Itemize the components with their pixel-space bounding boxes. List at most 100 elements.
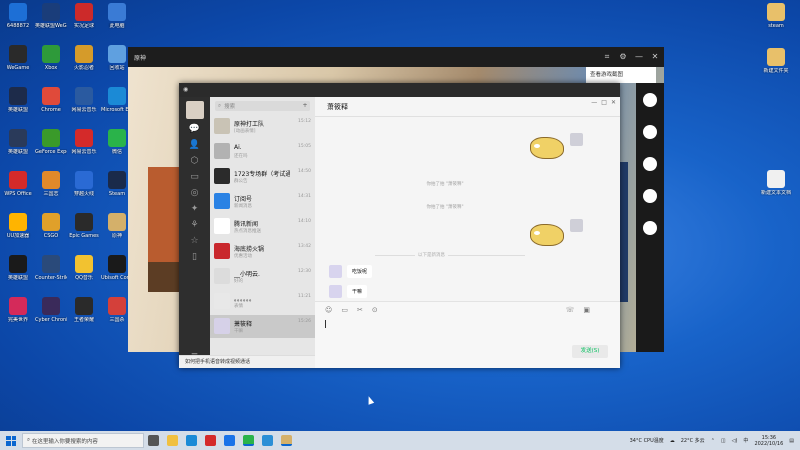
conversation-item[interactable]: Ai. 15:05 还在吗 [210,140,315,163]
desktop-icon[interactable]: WPS Office [2,171,34,197]
task-view-icon[interactable] [148,435,159,446]
xbox-taskbar-icon[interactable] [262,435,273,446]
search-nav-icon[interactable]: ⚘ [179,219,210,231]
desktop-icon[interactable]: 完美世界 [2,297,34,323]
contacts-nav-icon[interactable]: 👤 [179,139,210,151]
favorites-nav-icon[interactable]: ⬡ [179,155,210,167]
desktop-icon[interactable]: 新建文本文档 [760,170,792,196]
conversation-item[interactable]: 。。。。。。 11:21 表情 [210,290,315,313]
close-icon[interactable]: ✕ [650,52,660,62]
ime-icon[interactable]: 中 [743,437,748,444]
desktop-icon[interactable]: 穿越火线 [68,171,100,197]
desktop-icon[interactable]: 英雄联盟 [2,129,34,155]
folder-icon[interactable]: ▭ [341,306,348,314]
my-avatar[interactable] [185,101,204,119]
peer-avatar[interactable] [329,265,342,278]
sent-sticker[interactable] [530,137,564,159]
video-call-icon[interactable]: ▣ [583,306,590,314]
peer-message-bubble[interactable]: 干嘛 [347,285,368,298]
files-nav-icon[interactable]: ▭ [179,171,210,183]
desktop-icon[interactable]: 网易云音乐 [68,87,100,113]
desktop-icon[interactable]: WeGame [2,45,34,71]
desktop-icon[interactable]: 英雄联盟 [2,255,34,281]
desktop-icon[interactable]: QQ音乐 [68,255,100,281]
file-explorer-icon[interactable] [167,435,178,446]
netease-music-icon[interactable] [205,435,216,446]
volume-icon[interactable]: ◁) [732,438,738,444]
wechat-taskbar-icon[interactable] [243,435,254,446]
weibo-icon[interactable] [643,157,657,171]
my-message-avatar[interactable] [570,219,583,232]
taskbar-search-input[interactable]: ⌕ 在这里输入你要搜索的内容 [22,433,144,448]
conversation-item[interactable]: 1723专场群（考试通知） 14:50 群公告 [210,165,315,188]
wechat-top-banner[interactable]: ◉ [179,83,620,97]
my-message-avatar[interactable] [570,133,583,146]
desktop-icon[interactable]: 新建文件夹 [760,48,792,74]
peer-message-bubble[interactable]: 吃饭呢 [347,265,373,278]
weather-text[interactable]: 22°C 多云 [681,437,705,444]
game-window-titlebar[interactable]: 原神 ⌗ ⚙ — ✕ [128,47,664,67]
edge-icon[interactable] [186,435,197,446]
desktop-icon[interactable]: Xbox [35,45,67,71]
phone-nav-icon[interactable]: ▯ [179,251,210,263]
desktop-icon[interactable]: 三国志 [35,171,67,197]
desktop-icon[interactable]: 火影忍者 [68,45,100,71]
clock[interactable]: 15:36 2022/10/16 [754,435,783,447]
desktop-icon[interactable]: CSGO [35,213,67,239]
maximize-button[interactable]: □ [601,99,607,106]
send-button[interactable]: 发送(S) [572,345,608,358]
bell-icon[interactable] [643,189,657,203]
cpu-temperature[interactable]: 34°C CPU温度 [630,437,664,444]
chat-icon[interactable] [643,93,657,107]
desktop-icon[interactable]: 实况足球 [68,3,100,29]
start-button[interactable] [6,435,16,446]
desktop-icon[interactable]: 此电脑 [101,3,133,29]
conversation-item[interactable]: 腾讯新闻 14:10 热点消息推送 [210,215,315,238]
message-input-area[interactable]: ☺ ▭ ✂ ⊙ ☏ ▣ 发送(S) [315,301,620,368]
peer-avatar[interactable] [329,285,342,298]
conversation-item[interactable]: __小明云. 12:30 好的 [210,265,315,288]
wechat-window[interactable]: ◉ 💬 👤 ⬡ ▭ ◎ ✦ ⚘ ☆ ▯ ≡ ⌕ 搜索 + 原神打工队 15:12 [… [179,83,620,368]
network-icon[interactable]: ◫ [721,438,726,444]
phone-call-icon[interactable]: ☏ [566,306,575,314]
desktop-icon[interactable]: 6488872 [2,3,34,29]
share-icon[interactable] [643,221,657,235]
desktop-icon[interactable]: UU加速器 [2,213,34,239]
moments-nav-icon[interactable]: ◎ [179,187,210,199]
scissors-icon[interactable]: ✂ [357,306,363,314]
search-input[interactable]: ⌕ 搜索 [215,101,310,111]
conversation-item[interactable]: 原神打工队 15:12 [动画表情] [210,115,315,138]
desktop-icon[interactable]: 网易云音乐 [68,129,100,155]
desktop-icon[interactable]: 英雄联盟 [2,87,34,113]
wechat-icon[interactable] [643,125,657,139]
chat-nav-icon[interactable]: 💬 [179,123,210,135]
screenshot-icon[interactable]: ⌗ [602,52,612,62]
wechat-tip-bar[interactable]: 如何把手机语音转成视频通话 [179,355,315,368]
conversation-item[interactable]: 海底捞火锅 13:42 优惠活动 [210,240,315,263]
minimize-icon[interactable]: — [634,52,644,62]
minimize-button[interactable]: — [591,99,597,106]
channels-nav-icon[interactable]: ✦ [179,203,210,215]
game-screenshot-hint[interactable]: 查看游戏截图 [586,67,656,83]
desktop-icon[interactable]: Epic Games [68,213,100,239]
desktop-icon[interactable]: GeForce Experience [35,129,67,155]
add-chat-button[interactable]: + [300,101,310,111]
genshin-taskbar-icon[interactable] [281,435,292,446]
desktop-icon[interactable]: 英雄联盟WeGame [35,3,67,29]
conversation-item[interactable]: 订阅号 14:31 新闻消息 [210,190,315,213]
desktop-icon[interactable]: 王者荣耀 [68,297,100,323]
close-button[interactable]: ✕ [611,99,616,106]
notification-icon[interactable]: ▤ [789,438,794,444]
sent-sticker[interactable] [530,224,564,246]
desktop-icon[interactable]: Cyber Chronicles [35,297,67,323]
settings-icon[interactable]: ⚙ [618,52,628,62]
chrome-icon[interactable] [224,435,235,446]
desktop-icon[interactable]: steam [760,3,792,29]
emoji-icon[interactable]: ☺ [325,306,332,314]
conversation-item[interactable]: 萧筱释 15:26 干嘛 [210,315,315,338]
desktop-icon[interactable]: Counter-Strike [35,255,67,281]
chevron-up-icon[interactable]: ⌃ [711,438,715,444]
miniprogram-nav-icon[interactable]: ☆ [179,235,210,247]
chat-history-icon[interactable]: ⊙ [372,306,378,314]
desktop-icon[interactable]: Chrome [35,87,67,113]
